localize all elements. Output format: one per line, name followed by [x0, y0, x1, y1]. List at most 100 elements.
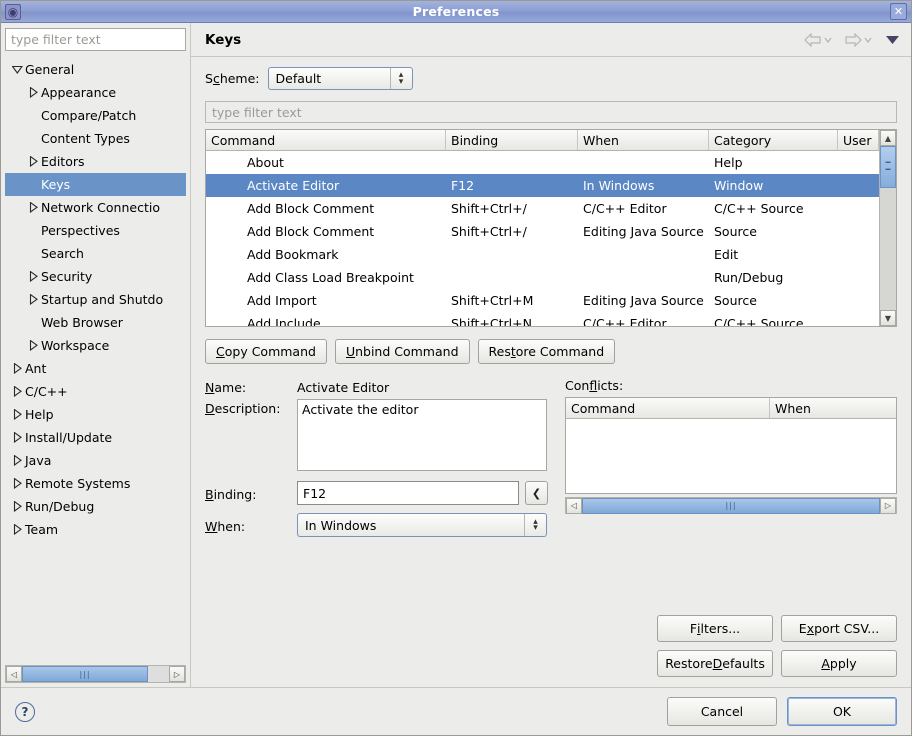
cell-user — [838, 289, 879, 312]
eclipse-icon-glyph: ◉ — [8, 6, 18, 18]
sidebar-item-security[interactable]: Security — [5, 265, 186, 288]
sidebar-item-compare-patch[interactable]: Compare/Patch — [5, 104, 186, 127]
sidebar-item-appearance[interactable]: Appearance — [5, 81, 186, 104]
column-header-category[interactable]: Category — [709, 130, 838, 150]
table-row[interactable]: Add Class Load BreakpointRun/Debug — [206, 266, 879, 289]
ok-button[interactable]: OK — [787, 697, 897, 726]
nav-forward-button[interactable] — [844, 33, 872, 47]
scroll-right-icon[interactable]: ▷ — [169, 666, 185, 682]
binding-row: Binding: F12 ❮ — [205, 481, 557, 505]
cell-binding: Shift+Ctrl+N — [446, 312, 578, 326]
scroll-up-icon[interactable]: ▲ — [880, 130, 896, 146]
filters-button[interactable]: Filters... — [657, 615, 773, 642]
nav-back-button[interactable] — [804, 33, 832, 47]
cell-command: About — [206, 151, 446, 174]
sidebar-item-keys[interactable]: Keys — [5, 173, 186, 196]
sidebar-item-perspectives[interactable]: Perspectives — [5, 219, 186, 242]
scroll-right-icon[interactable]: ▷ — [880, 498, 896, 514]
keys-table-vertical-scrollbar[interactable]: ▲ ━━ ▼ — [879, 130, 896, 326]
sidebar-item-c-c[interactable]: C/C++ — [5, 380, 186, 403]
conflicts-label: Conflicts: — [565, 378, 897, 393]
sidebar-item-label: Keys — [41, 177, 70, 192]
conflicts-scroll-track[interactable]: ||| — [582, 498, 880, 514]
cell-command: Add Import — [206, 289, 446, 312]
conflicts-column-header-when[interactable]: When — [770, 398, 896, 418]
twisty-expanded-icon — [9, 65, 25, 74]
sidebar-item-help[interactable]: Help — [5, 403, 186, 426]
description-textarea[interactable]: Activate the editor — [297, 399, 547, 471]
table-row[interactable]: Activate EditorF12In WindowsWindow — [206, 174, 879, 197]
keys-scroll-track[interactable]: ━━ — [880, 146, 896, 310]
sidebar-item-label: Compare/Patch — [41, 108, 136, 123]
binding-input[interactable]: F12 — [297, 481, 519, 505]
cancel-button[interactable]: Cancel — [667, 697, 777, 726]
restore-command-button[interactable]: Restore Command — [478, 339, 616, 364]
sidebar-horizontal-scrollbar[interactable]: ◁ ||| ▷ — [5, 665, 186, 683]
cell-when — [578, 266, 709, 289]
triangle-down-icon — [886, 32, 899, 47]
sidebar-item-ant[interactable]: Ant — [5, 357, 186, 380]
table-row[interactable]: Add Block CommentShift+Ctrl+/C/C++ Edito… — [206, 197, 879, 220]
sidebar-filter-input[interactable]: type filter text — [5, 28, 186, 51]
conflicts-horizontal-scrollbar[interactable]: ◁ ||| ▷ — [565, 497, 897, 514]
export-csv-button[interactable]: Export CSV... — [781, 615, 897, 642]
copy-command-button[interactable]: Copy Command — [205, 339, 327, 364]
table-row[interactable]: AboutHelp — [206, 151, 879, 174]
sidebar-item-search[interactable]: Search — [5, 242, 186, 265]
sidebar-item-team[interactable]: Team — [5, 518, 186, 541]
sidebar-item-label: Team — [25, 522, 58, 537]
chevron-updown-icon: ▴▾ — [524, 514, 546, 536]
column-header-command[interactable]: Command — [206, 130, 446, 150]
sidebar-item-editors[interactable]: Editors — [5, 150, 186, 173]
sidebar-item-content-types[interactable]: Content Types — [5, 127, 186, 150]
conflicts-column-header-command[interactable]: Command — [566, 398, 770, 418]
sidebar-scroll-track[interactable]: ||| — [22, 666, 169, 682]
table-row[interactable]: Add ImportShift+Ctrl+MEditing Java Sourc… — [206, 289, 879, 312]
table-row[interactable]: Add BookmarkEdit — [206, 243, 879, 266]
cell-command: Add Bookmark — [206, 243, 446, 266]
column-header-when[interactable]: When — [578, 130, 709, 150]
sidebar-item-remote-systems[interactable]: Remote Systems — [5, 472, 186, 495]
conflicts-scroll-thumb[interactable]: ||| — [582, 498, 880, 514]
keys-scroll-thumb[interactable]: ━━ — [880, 146, 896, 188]
cell-when: C/C++ Editor — [578, 197, 709, 220]
sidebar-item-workspace[interactable]: Workspace — [5, 334, 186, 357]
chevron-left-icon[interactable]: ❮ — [525, 481, 548, 505]
scheme-select[interactable]: Default ▴▾ — [268, 67, 413, 90]
view-menu-button[interactable] — [886, 32, 899, 47]
sidebar-item-general[interactable]: General — [5, 58, 186, 81]
scroll-down-icon[interactable]: ▼ — [880, 310, 896, 326]
column-header-binding[interactable]: Binding — [446, 130, 578, 150]
chevron-updown-icon: ▴▾ — [390, 68, 412, 89]
column-header-user[interactable]: User — [838, 130, 879, 150]
when-select[interactable]: In Windows ▴▾ — [297, 513, 547, 537]
conflicts-table-body — [566, 419, 896, 493]
scroll-left-icon[interactable]: ◁ — [566, 498, 582, 514]
unbind-command-button[interactable]: Unbind Command — [335, 339, 470, 364]
keys-table-body: AboutHelpActivate EditorF12In WindowsWin… — [206, 151, 879, 326]
command-buttons-row: Copy Command Unbind Command Restore Comman… — [205, 339, 897, 364]
scheme-value: Default — [276, 71, 322, 86]
question-mark-icon[interactable]: ? — [15, 702, 35, 722]
cell-when: C/C++ Editor — [578, 312, 709, 326]
cell-user — [838, 197, 879, 220]
sidebar-item-web-browser[interactable]: Web Browser — [5, 311, 186, 334]
table-row[interactable]: Add Block CommentShift+Ctrl+/Editing Jav… — [206, 220, 879, 243]
cell-category: Run/Debug — [709, 266, 838, 289]
sidebar-item-install-update[interactable]: Install/Update — [5, 426, 186, 449]
scroll-left-icon[interactable]: ◁ — [6, 666, 22, 682]
sidebar-scroll-thumb[interactable]: ||| — [22, 666, 148, 682]
details-form: Name: Activate Editor Description: Activ… — [205, 378, 557, 607]
keys-filter-input[interactable]: type filter text — [205, 101, 897, 123]
twisty-collapsed-icon — [25, 156, 41, 167]
restore-defaults-button[interactable]: Restore Defaults — [657, 650, 773, 677]
sidebar-item-run-debug[interactable]: Run/Debug — [5, 495, 186, 518]
sidebar-item-label: Startup and Shutdo — [41, 292, 163, 307]
sidebar-item-java[interactable]: Java — [5, 449, 186, 472]
close-icon[interactable]: ✕ — [890, 3, 907, 20]
table-row[interactable]: Add IncludeShift+Ctrl+NC/C++ EditorC/C++… — [206, 312, 879, 326]
sidebar-item-startup-and-shutdo[interactable]: Startup and Shutdo — [5, 288, 186, 311]
sidebar-item-label: Web Browser — [41, 315, 123, 330]
sidebar-item-network-connectio[interactable]: Network Connectio — [5, 196, 186, 219]
apply-button[interactable]: Apply — [781, 650, 897, 677]
